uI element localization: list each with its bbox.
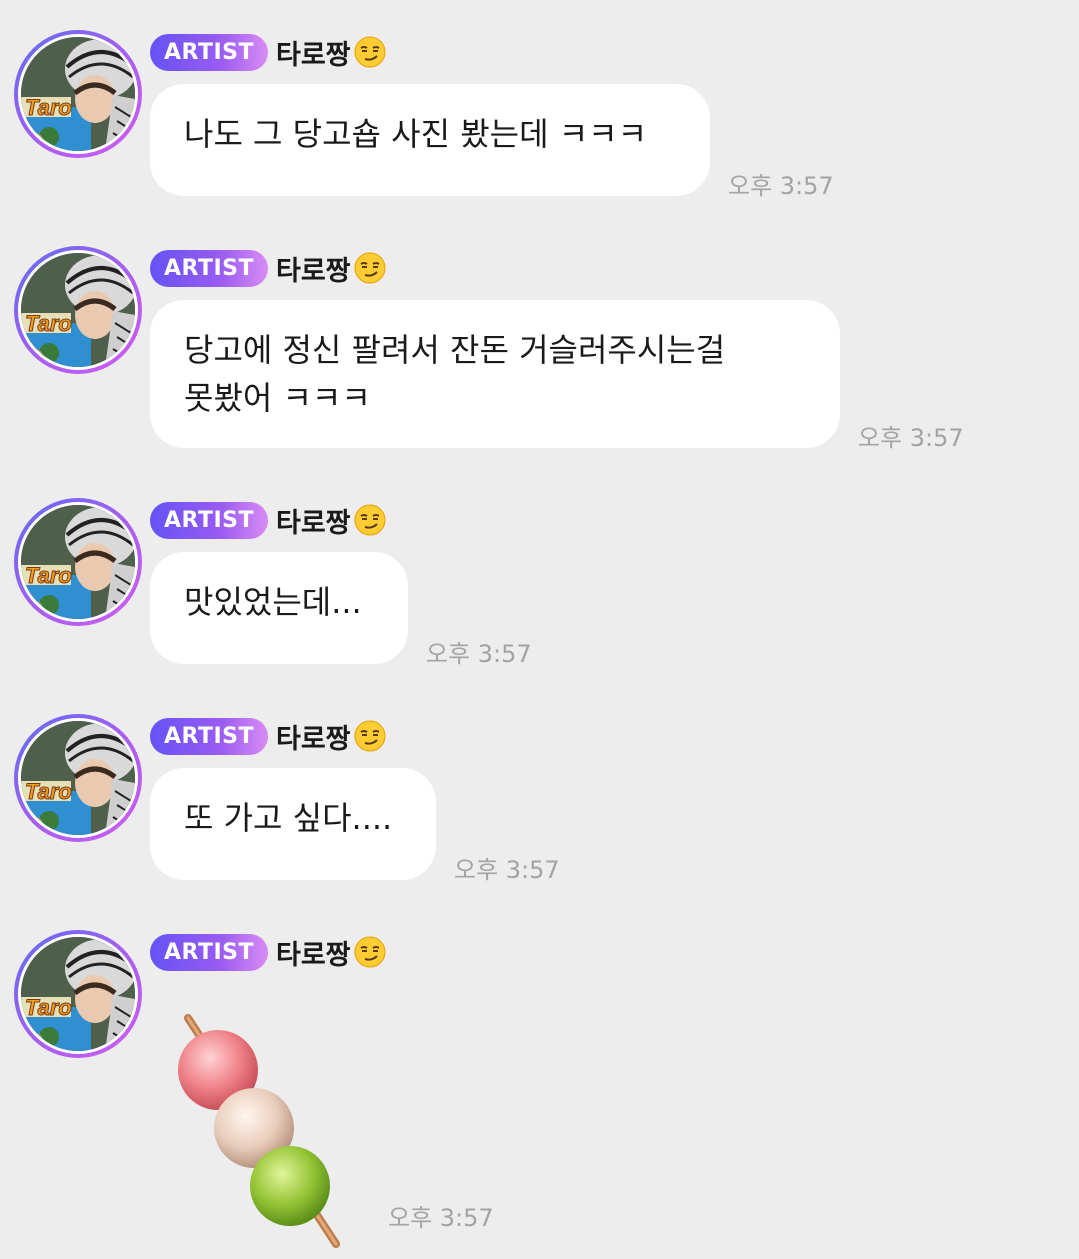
avatar[interactable]: Taro <box>14 246 142 374</box>
svg-text:Taro: Taro <box>25 311 72 336</box>
message-bubble[interactable]: 또 가고 싶다.... <box>150 768 436 880</box>
message-bubble[interactable]: 나도 그 당고숍 사진 봤는데 ㅋㅋㅋ <box>150 84 710 196</box>
smirking-face-icon <box>354 936 386 968</box>
sender-name-row[interactable]: 타로짱 <box>276 930 387 974</box>
svg-text:Taro: Taro <box>25 995 72 1020</box>
artist-badge: ARTIST <box>150 718 268 755</box>
message-time: 오후 3:57 <box>388 1204 494 1232</box>
message-time: 오후 3:57 <box>728 172 834 200</box>
sender-name: 타로짱 <box>276 723 351 755</box>
smirking-face-icon <box>354 720 386 752</box>
artist-badge: ARTIST <box>150 250 268 287</box>
svg-text:Taro: Taro <box>25 563 72 588</box>
message-time: 오후 3:57 <box>426 640 532 668</box>
avatar-image: Taro <box>21 937 135 1051</box>
sender-name-row[interactable]: 타로짱 <box>276 714 387 758</box>
message-time: 오후 3:57 <box>858 424 964 452</box>
smirking-face-icon <box>354 36 386 68</box>
artist-badge: ARTIST <box>150 34 268 71</box>
message-time: 오후 3:57 <box>454 856 560 884</box>
avatar[interactable]: Taro <box>14 714 142 842</box>
smirking-face-icon <box>354 504 386 536</box>
smirking-face-icon <box>354 252 386 284</box>
avatar-image: Taro <box>21 253 135 367</box>
svg-text:Taro: Taro <box>25 779 72 804</box>
avatar-image: Taro <box>21 505 135 619</box>
avatar[interactable]: Taro <box>14 498 142 626</box>
message-bubble[interactable]: 맛있었는데... <box>150 552 408 664</box>
sender-name: 타로짱 <box>276 939 351 971</box>
sender-name: 타로짱 <box>276 507 351 539</box>
avatar-image: Taro <box>21 721 135 835</box>
sender-name-row[interactable]: 타로짱 <box>276 498 387 542</box>
sender-name-row[interactable]: 타로짱 <box>276 246 387 290</box>
dango-icon[interactable] <box>170 1010 350 1250</box>
sender-name: 타로짱 <box>276 39 351 71</box>
message-bubble[interactable]: 당고에 정신 팔려서 잔돈 거슬러주시는걸 못봤어 ㅋㅋㅋ <box>150 300 840 448</box>
avatar[interactable]: Taro <box>14 930 142 1058</box>
avatar[interactable]: Taro <box>14 30 142 158</box>
avatar-image: Taro <box>21 37 135 151</box>
artist-badge: ARTIST <box>150 934 268 971</box>
artist-badge: ARTIST <box>150 502 268 539</box>
svg-text:Taro: Taro <box>25 95 72 120</box>
sender-name: 타로짱 <box>276 255 351 287</box>
sender-name-row[interactable]: 타로짱 <box>276 30 387 74</box>
